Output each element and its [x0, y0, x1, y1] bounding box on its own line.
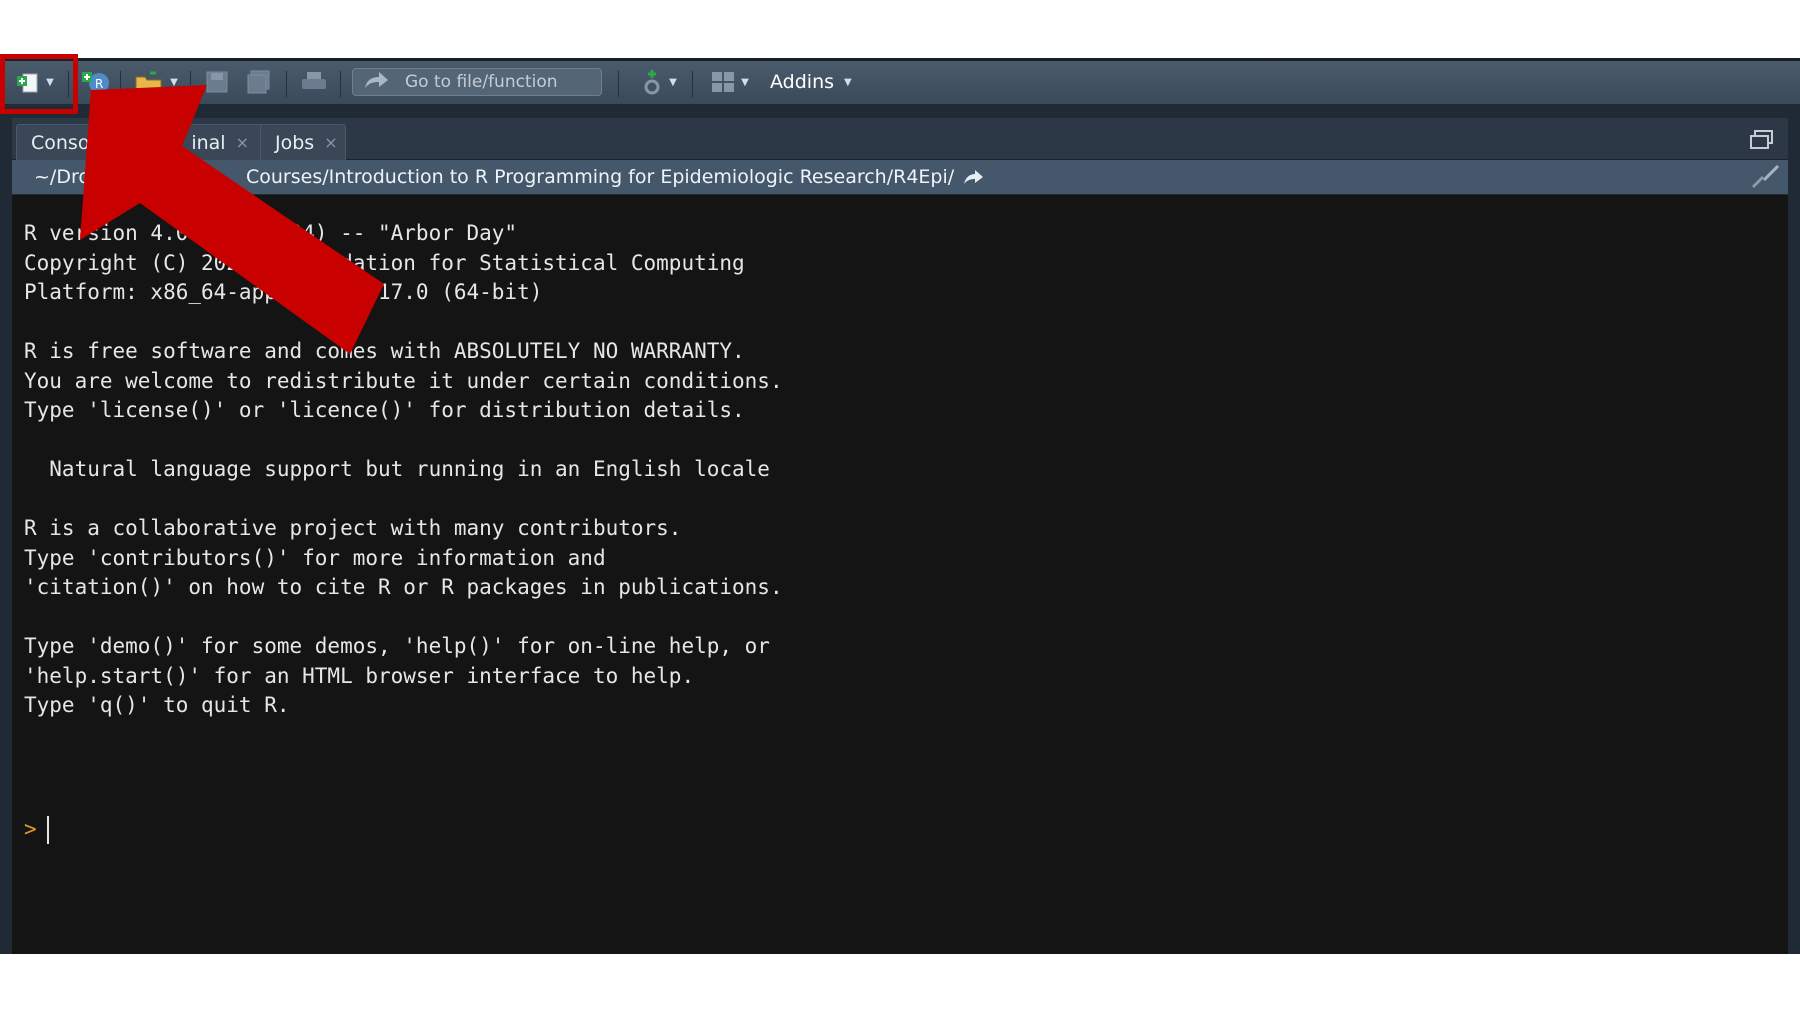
console-line: Type 'license()' or 'licence()' for dist… [24, 398, 745, 422]
restore-pane-icon[interactable] [1750, 130, 1774, 150]
goto-directory-icon[interactable] [962, 168, 984, 186]
console-line: Type 'q()' to quit R. [24, 693, 290, 717]
red-arrow-annotation [80, 85, 384, 354]
chevron-down-icon: ▼ [844, 76, 852, 88]
chevron-down-icon[interactable]: ▼ [669, 77, 677, 88]
addins-label: Addins [770, 71, 835, 93]
console-line: 'help.start()' for an HTML browser inter… [24, 663, 695, 688]
text-cursor [46, 815, 49, 844]
goto-placeholder: Go to file/function [405, 72, 558, 92]
broom-clear-icon[interactable] [1750, 164, 1780, 190]
console-line: Type 'contributors()' for more informati… [24, 545, 606, 570]
console-line: Natural language support but running in … [24, 457, 770, 481]
console-line: 'citation()' on how to cite R or R packa… [24, 575, 783, 599]
console-line: Type 'demo()' for some demos, 'help()' f… [24, 634, 770, 658]
console-line: R is a collaborative project with many c… [24, 516, 682, 540]
console-prompt[interactable]: > [24, 815, 49, 845]
grid-layout-icon [712, 72, 735, 92]
git-icon [644, 70, 660, 95]
addins-menu[interactable]: Addins ▼ [770, 68, 852, 96]
chevron-down-icon[interactable]: ▼ [741, 77, 749, 88]
pane-layout-button[interactable]: ▼ [702, 67, 758, 97]
git-button[interactable]: ▼ [632, 67, 686, 97]
prompt-symbol: > [24, 817, 37, 841]
console-line: You are welcome to redistribute it under… [24, 368, 783, 393]
